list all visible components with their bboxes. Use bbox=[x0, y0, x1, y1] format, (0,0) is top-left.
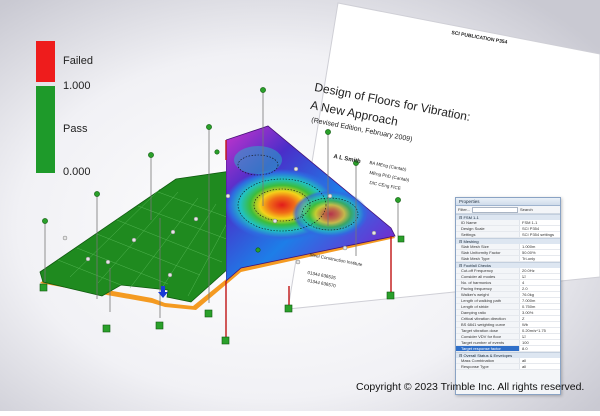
properties-grid: ⊟ FSM 1-1 ID Name FSM 1-1 Design Scale SCI P… bbox=[456, 214, 560, 370]
property-key: ID Name bbox=[461, 220, 477, 225]
property-key: Design Scale bbox=[461, 226, 485, 231]
property-key: Mass Combination bbox=[461, 358, 495, 363]
properties-title: Properties bbox=[456, 198, 560, 206]
properties-filter-label[interactable]: Filter... bbox=[458, 207, 470, 212]
property-key: Walker's weight bbox=[461, 292, 489, 297]
property-value[interactable]: 76.0kg bbox=[519, 292, 560, 297]
properties-toolbar: Filter... Search bbox=[456, 206, 560, 214]
properties-search-box[interactable] bbox=[472, 206, 519, 213]
property-value[interactable]: ☑ bbox=[519, 274, 560, 279]
legend-pass-swatch bbox=[36, 86, 55, 173]
property-value[interactable]: all bbox=[519, 358, 560, 363]
property-value[interactable]: 20.0Hz bbox=[519, 268, 560, 273]
property-key: Length of walking path bbox=[461, 298, 502, 303]
document-author-name: A L Smith bbox=[332, 154, 362, 166]
property-value[interactable]: SCI P354 bbox=[519, 226, 560, 231]
property-value[interactable]: ☑ bbox=[519, 334, 560, 339]
property-key: No. of harmonics bbox=[461, 280, 492, 285]
property-value[interactable]: SCI P354 settings bbox=[519, 232, 560, 237]
property-value[interactable]: all bbox=[519, 364, 560, 369]
legend-min-label: 0.000 bbox=[63, 166, 91, 178]
property-key: Target number of events bbox=[461, 340, 505, 345]
property-value[interactable]: Z bbox=[519, 316, 560, 321]
property-key: Target vibration dose bbox=[461, 328, 499, 333]
property-key: Slab Mesh Type bbox=[461, 256, 490, 261]
properties-search-label[interactable]: Search bbox=[520, 207, 533, 212]
property-value[interactable]: 4 bbox=[519, 280, 560, 285]
property-value[interactable]: 100 bbox=[519, 340, 560, 345]
property-row[interactable]: Response Type all bbox=[456, 364, 560, 370]
properties-panel[interactable]: Properties Filter... Search ⊟ FSM 1-1 ID … bbox=[455, 197, 561, 395]
property-value[interactable]: 50.00% bbox=[519, 250, 560, 255]
legend-failed-swatch bbox=[36, 41, 55, 82]
property-value[interactable]: 7.000m bbox=[519, 298, 560, 303]
property-key: BS 6841 weighting curve bbox=[461, 322, 506, 327]
property-value[interactable]: 0.750m bbox=[519, 304, 560, 309]
property-value[interactable]: FSM 1-1 bbox=[519, 220, 560, 225]
property-value[interactable]: 2.0 bbox=[519, 286, 560, 291]
publication-code: SCI PUBLICATION P354 bbox=[450, 30, 508, 46]
legend-pass-label: Pass bbox=[63, 123, 88, 135]
property-key: Consider all modes bbox=[461, 274, 496, 279]
property-key: Consider VDV for floor bbox=[461, 334, 502, 339]
property-key: Paving frequency bbox=[461, 286, 492, 291]
legend-failed-label: Failed bbox=[63, 55, 93, 67]
property-key: Target response factor bbox=[456, 346, 519, 351]
property-value[interactable]: 1.000m bbox=[519, 244, 560, 249]
property-key: Cut-off Frequency bbox=[461, 268, 493, 273]
property-value[interactable]: Tri-only bbox=[519, 256, 560, 261]
copyright-notice: Copyright © 2023 Trimble Inc. All rights… bbox=[356, 381, 585, 393]
property-value[interactable]: Wb bbox=[519, 322, 560, 327]
property-key: Response Type bbox=[461, 364, 489, 369]
property-key: Slab Uniformity Factor bbox=[461, 250, 501, 255]
document-author3-quals: DIC CEng FICE bbox=[369, 180, 402, 191]
legend-max-label: 1.000 bbox=[63, 80, 91, 92]
document-institute: Steel Construction Institute bbox=[309, 252, 363, 268]
property-value[interactable]: 0.20m/s^1.75 bbox=[519, 328, 560, 333]
property-key: Settings bbox=[461, 232, 476, 237]
property-value[interactable]: 3.00% bbox=[519, 310, 560, 315]
property-key: Length of stride bbox=[461, 304, 489, 309]
property-key: Critical vibration direction bbox=[461, 316, 506, 321]
property-key: Damping ratio bbox=[461, 310, 486, 315]
property-key: Slab Mesh Size bbox=[461, 244, 489, 249]
property-value[interactable]: 8.0 bbox=[519, 346, 560, 351]
